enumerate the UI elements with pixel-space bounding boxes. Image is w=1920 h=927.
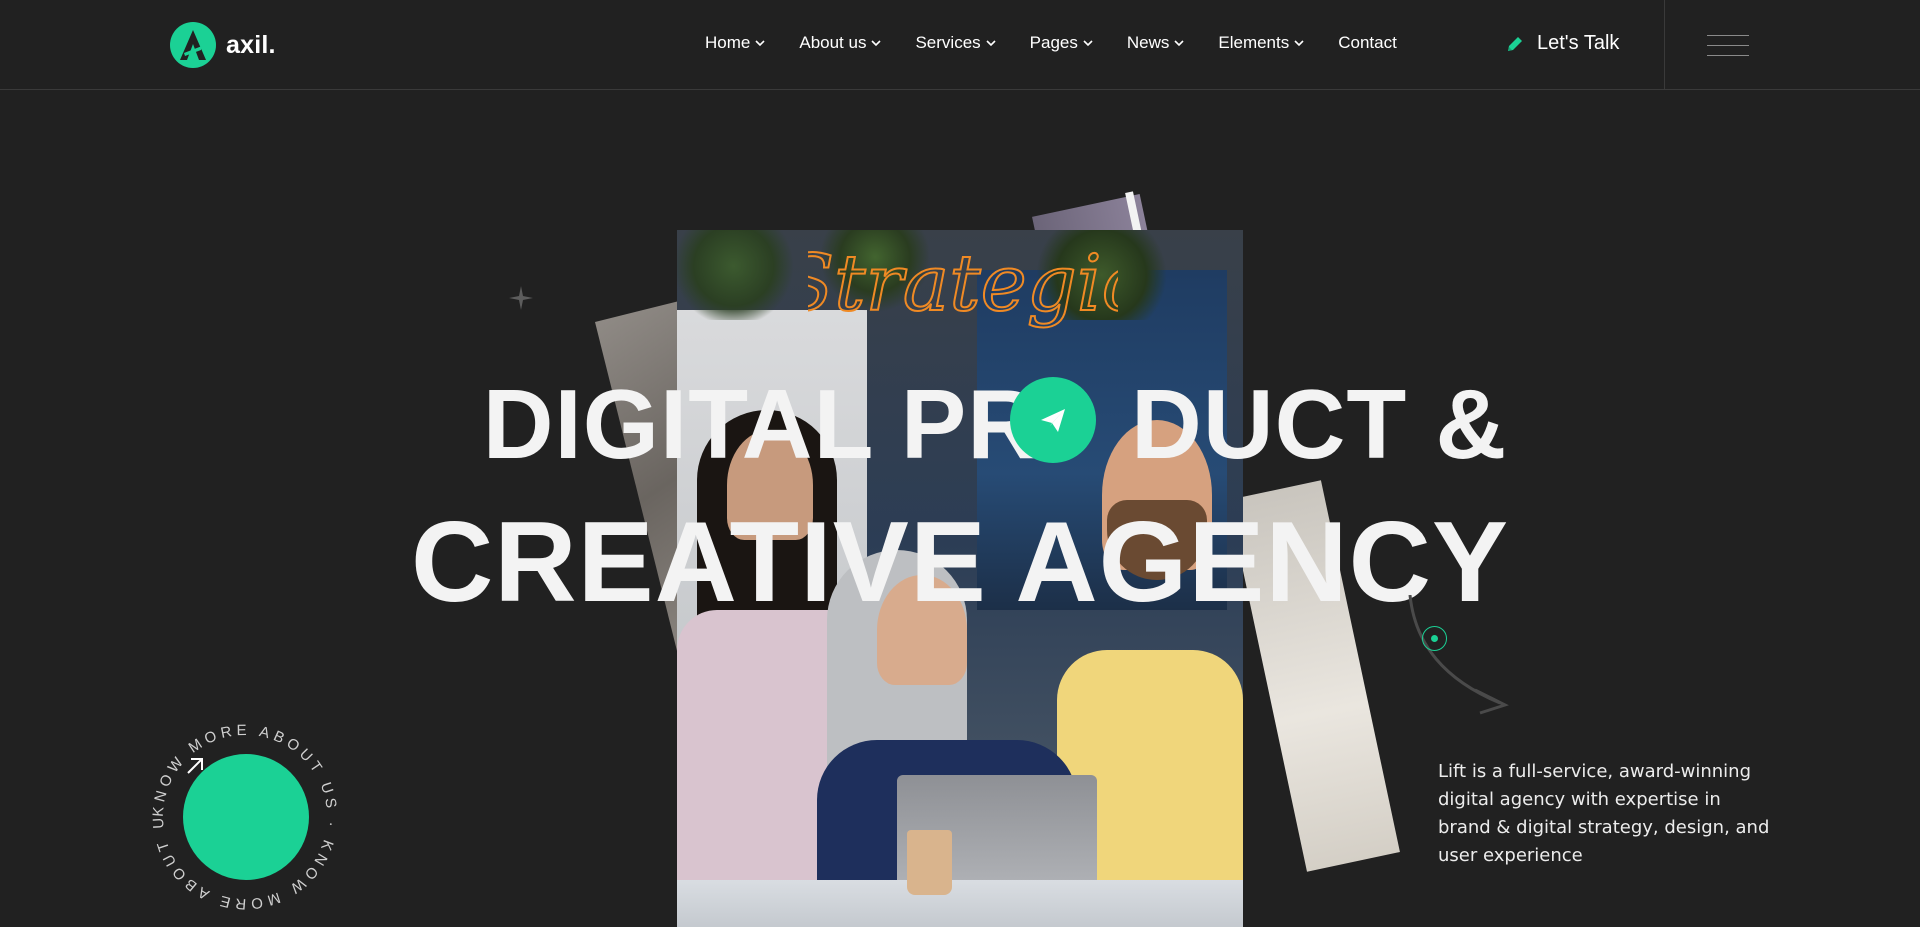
chevron-down-icon	[1083, 40, 1093, 47]
headline-part-a: DIGITAL PR	[482, 369, 1040, 479]
script-word-text: Strategic	[808, 239, 1118, 329]
chevron-down-icon	[1174, 40, 1184, 47]
headline-line-1: DIGITAL PR DUCT &	[35, 368, 1920, 481]
site-header: axil. Home About us Services Pages News …	[0, 0, 1920, 90]
menu-hamburger-icon[interactable]	[1707, 35, 1749, 57]
logo-icon	[170, 22, 216, 68]
header-divider	[1664, 0, 1665, 90]
main-nav: Home About us Services Pages News Elemen…	[705, 33, 1397, 53]
nav-label: Home	[705, 33, 751, 52]
pencil-icon	[1508, 36, 1522, 51]
nav-label: Elements	[1218, 33, 1290, 52]
nav-label: News	[1126, 33, 1170, 52]
arrow-up-right-icon	[187, 758, 203, 774]
headline-line-2: CREATIVE AGENCY	[410, 499, 1510, 626]
logo-text: axil.	[226, 30, 276, 59]
sparkle-icon	[509, 286, 533, 310]
nav-label: Contact	[1338, 33, 1397, 52]
nav-item-home[interactable]: Home	[705, 33, 765, 53]
hero-script-word: Strategic	[808, 238, 1118, 330]
nav-item-news[interactable]: News	[1127, 33, 1185, 53]
nav-item-about[interactable]: About us	[799, 33, 882, 53]
chevron-down-icon	[755, 40, 765, 47]
headline-part-b: DUCT &	[1131, 369, 1508, 479]
paper-plane-icon	[1041, 409, 1065, 432]
chevron-down-icon	[871, 40, 882, 47]
hero-description: Lift is a full-service, award-winning di…	[1438, 761, 1770, 866]
nav-item-pages[interactable]: Pages	[1030, 33, 1093, 53]
chevron-down-icon	[986, 40, 996, 47]
dot-ring-icon	[1422, 626, 1447, 651]
nav-label: About us	[799, 33, 867, 52]
curved-arrow-icon	[1408, 595, 1509, 715]
nav-item-contact[interactable]: Contact	[1338, 33, 1397, 53]
lets-talk-label: Let's Talk	[1537, 32, 1620, 54]
know-more-circle[interactable]	[183, 754, 309, 880]
know-more-about-us-button[interactable]: KNOW MORE ABOUT US · KNOW MORE ABOUT US …	[150, 722, 340, 912]
lets-talk-button[interactable]: Let's Talk	[1505, 32, 1619, 55]
nav-label: Pages	[1029, 33, 1078, 52]
logo[interactable]: axil.	[170, 22, 276, 68]
nav-item-services[interactable]: Services	[915, 33, 996, 53]
nav-item-elements[interactable]: Elements	[1218, 33, 1304, 53]
nav-label: Services	[915, 33, 981, 52]
send-badge	[1010, 377, 1096, 463]
chevron-down-icon	[1294, 40, 1304, 47]
